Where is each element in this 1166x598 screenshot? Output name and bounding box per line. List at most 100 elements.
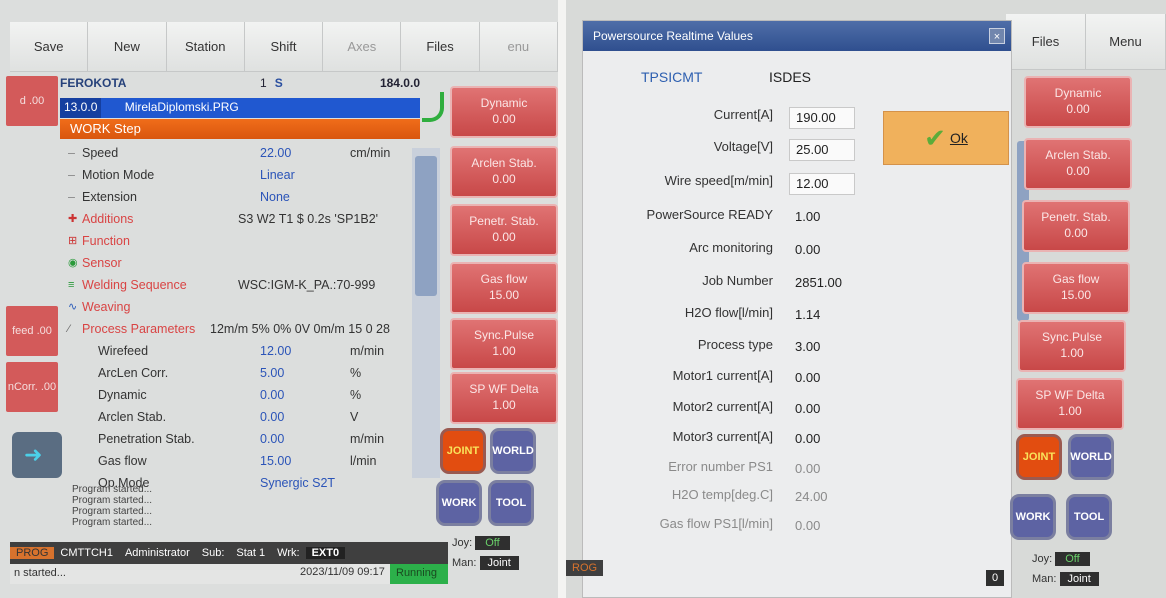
work-mode-button[interactable]: WORK xyxy=(1010,494,1056,540)
dialog-title-bar: Powersource Realtime Values × xyxy=(583,21,1011,51)
process-value: 15.00 xyxy=(260,454,292,468)
process-unit: m/min xyxy=(350,432,385,446)
program-file-name: MirelaDiplomski.PRG xyxy=(124,100,239,114)
sp-wf-delta-button[interactable]: SP WF Delta 1.00 xyxy=(1016,378,1124,430)
left-pendant-screen: Save New Station Shift Axes Files enu d … xyxy=(0,0,558,598)
sync-pulse-value: 1.00 xyxy=(492,344,516,358)
close-icon[interactable]: × xyxy=(989,28,1005,44)
welding-sequence-icon: ≡ xyxy=(68,279,75,291)
sync-pulse-button[interactable]: Sync.Pulse 1.00 xyxy=(450,318,558,370)
penetr-stab-button[interactable]: Penetr. Stab. 0.00 xyxy=(450,204,558,256)
penetr-stab-button[interactable]: Penetr. Stab. 0.00 xyxy=(1022,200,1130,252)
joint-mode-button[interactable]: JOINT xyxy=(1016,434,1062,480)
sp-wf-delta-button[interactable]: SP WF Delta 1.00 xyxy=(450,372,558,424)
world-mode-button[interactable]: WORLD xyxy=(1068,434,1114,480)
work-step-bar[interactable]: WORK Step xyxy=(60,119,420,139)
scroll-thumb[interactable] xyxy=(415,156,437,296)
dynamic-button[interactable]: Dynamic 0.00 xyxy=(450,86,558,138)
datetime: 2023/11/09 09:17 xyxy=(300,566,385,578)
process-unit: V xyxy=(350,410,359,424)
arclen-stab-button[interactable]: Arclen Stab. 0.00 xyxy=(1024,138,1132,190)
rt-key: Job Number xyxy=(702,273,773,288)
station-button[interactable]: Station xyxy=(166,22,245,72)
forward-nav-button[interactable]: ➜ xyxy=(12,432,62,478)
process-row-dynamic[interactable]: Dynamic 0.00% xyxy=(60,384,410,406)
tool-mode-button[interactable]: TOOL xyxy=(488,480,534,526)
param-row-extension[interactable]: – Extension None xyxy=(60,186,410,208)
group-row-function[interactable]: ⊞ Function xyxy=(60,230,410,252)
group-row-sensor[interactable]: ◉ Sensor xyxy=(60,252,410,274)
menu-button[interactable]: enu xyxy=(479,22,558,72)
sync-pulse-button[interactable]: Sync.Pulse 1.00 xyxy=(1018,320,1126,372)
shift-button[interactable]: Shift xyxy=(244,22,324,72)
process-label: Gas flow xyxy=(98,454,147,468)
penetr-stab-label: Penetr. Stab. xyxy=(1041,210,1111,224)
side-stub-wirefeed[interactable]: feed .00 xyxy=(6,306,58,356)
work-mode-button[interactable]: WORK xyxy=(436,480,482,526)
menu-button[interactable]: Menu xyxy=(1086,14,1166,70)
group-row-weaving[interactable]: ∿ Weaving xyxy=(60,296,410,318)
axes-button[interactable]: Axes xyxy=(323,22,402,72)
rt-row-arc-monitoring: Arc monitoring 0.00 xyxy=(603,240,883,262)
joy-status: Joy: Off xyxy=(1032,552,1090,566)
function-icon: ⊞ xyxy=(68,235,78,247)
dynamic-button[interactable]: Dynamic 0.00 xyxy=(1024,76,1132,128)
process-unit: l/min xyxy=(350,454,377,468)
side-stub-wirefeed-text: feed xyxy=(12,325,34,337)
joint-mode-button[interactable]: JOINT xyxy=(440,428,486,474)
group-row-additions[interactable]: ✚ Additions S3 W2 T1 $ 0.2s 'SP1B2' xyxy=(60,208,410,230)
process-value: 5.00 xyxy=(260,366,285,380)
rt-key: Arc monitoring xyxy=(689,240,773,255)
files-button[interactable]: Files xyxy=(1006,14,1086,70)
man-status: Man: Joint xyxy=(1032,572,1099,586)
side-stub-top[interactable]: d .00 xyxy=(6,76,58,126)
dynamic-value: 0.00 xyxy=(492,112,516,126)
save-button[interactable]: Save xyxy=(10,22,89,72)
additions-icon: ✚ xyxy=(68,213,78,225)
tree-scrollbar[interactable] xyxy=(412,148,440,478)
rt-key: Process type xyxy=(697,337,773,352)
prog-badge-partial: ROG xyxy=(566,560,604,576)
process-row-arclen-stab[interactable]: Arclen Stab. 0.00 V xyxy=(60,406,410,428)
source-name: TPSICMT xyxy=(641,69,703,85)
group-row-welding-sequence[interactable]: ≡ Welding Sequence WSC:IGM-K_PA.:70-999 xyxy=(60,274,410,296)
arclen-stab-button[interactable]: Arclen Stab. 0.00 xyxy=(450,146,558,198)
process-row-gas-flow[interactable]: Gas flow 15.00 l/min xyxy=(60,450,410,472)
tool-mode-button[interactable]: TOOL xyxy=(1066,494,1112,540)
rt-value[interactable]: 25.00 xyxy=(789,139,855,161)
robot-name: FEROKOTA xyxy=(60,76,127,90)
sp-wf-delta-value: 1.00 xyxy=(492,398,516,412)
files-button[interactable]: Files xyxy=(401,22,480,72)
rt-value: 0.00 xyxy=(795,370,821,385)
program-file-bar[interactable]: 13.0.0 MirelaDiplomski.PRG xyxy=(60,98,420,118)
gas-flow-button[interactable]: Gas flow 15.00 xyxy=(1022,262,1130,314)
gas-flow-value: 15.00 xyxy=(1060,288,1092,302)
process-label: Arclen Stab. xyxy=(98,410,167,424)
gas-flow-label: Gas flow xyxy=(480,272,528,286)
param-row-motion-mode[interactable]: – Motion Mode Linear xyxy=(60,164,410,186)
rt-key: Motor2 current[A] xyxy=(672,399,773,414)
joy-label: Joy: xyxy=(1032,553,1053,565)
side-stub-arclen[interactable]: nCorr. .00 xyxy=(6,362,58,412)
tree-branch-icon: – xyxy=(68,190,75,204)
arclen-stab-label: Arclen Stab. xyxy=(1045,148,1111,162)
process-row-arclen-corr[interactable]: ArcLen Corr. 5.00% xyxy=(60,362,410,384)
new-button[interactable]: New xyxy=(88,22,167,72)
source-header: TPSICMT ISDES xyxy=(641,69,811,85)
log-line: Program started... xyxy=(72,506,153,517)
gas-flow-button[interactable]: Gas flow 15.00 xyxy=(450,262,558,314)
rt-value[interactable]: 190.00 xyxy=(789,107,855,129)
toolbar: Save New Station Shift Axes Files enu xyxy=(10,22,558,72)
hook-icon xyxy=(422,92,444,122)
program-version: 13.0.0 xyxy=(60,98,102,118)
param-row-speed[interactable]: – Speed 22.00 cm/min xyxy=(60,142,410,164)
status-bottom: n started... 2023/11/09 09:17 Running xyxy=(10,564,448,584)
ok-button[interactable]: ✔ Ok xyxy=(883,111,1009,165)
dynamic-value: 0.00 xyxy=(1066,102,1090,116)
rt-value[interactable]: 12.00 xyxy=(789,173,855,195)
world-mode-button[interactable]: WORLD xyxy=(490,428,536,474)
group-label: Weaving xyxy=(82,300,131,314)
process-row-wirefeed[interactable]: Wirefeed 12.00 m/min xyxy=(60,340,410,362)
process-row-penetration-stab[interactable]: Penetration Stab. 0.00 m/min xyxy=(60,428,410,450)
group-row-process-parameters[interactable]: ⁄ Process Parameters 12m/m 5% 0% 0V 0m/m 1… xyxy=(60,318,410,340)
